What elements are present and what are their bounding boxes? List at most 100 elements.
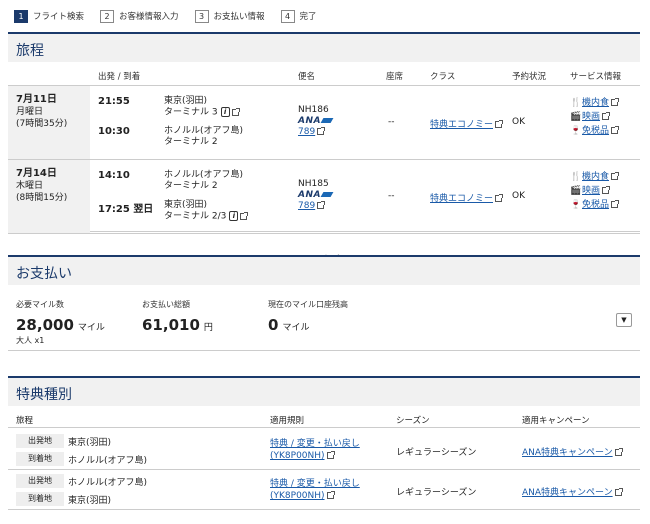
rule-link[interactable]: 特典 / 変更・払い戻し xyxy=(270,438,360,450)
departure-tag: 出発地 xyxy=(16,474,64,488)
arrival-airport: ホノルル(オアフ島) ターミナル 2 xyxy=(164,126,243,148)
mile-balance-value: 0 xyxy=(268,316,279,334)
external-link-icon xyxy=(611,172,620,180)
class-link[interactable]: 特典エコノミー xyxy=(430,120,493,130)
step-number: 2 xyxy=(100,9,115,23)
col-rule: 適用規則 xyxy=(270,416,305,426)
booking-status: OK xyxy=(512,191,525,201)
service-dutyfree-link[interactable]: 免税品 xyxy=(582,126,609,136)
departure-time: 14:10 xyxy=(98,170,130,181)
external-link-icon xyxy=(602,186,611,194)
meal-icon: 🍴 xyxy=(570,172,582,182)
campaign-link[interactable]: ANA特典キャンペーン xyxy=(522,488,613,498)
external-link-icon xyxy=(317,127,326,135)
external-link-icon xyxy=(602,112,611,120)
service-movie-link[interactable]: 映画 xyxy=(582,112,600,122)
external-link-icon xyxy=(326,491,335,499)
award-header: 旅程 適用規則 シーズン 適用キャンペーン xyxy=(8,408,640,428)
duty-free-icon: 🍷 xyxy=(570,200,582,210)
step-1: 1 フライト検索 xyxy=(14,9,84,23)
col-flight: 便名 xyxy=(298,72,316,82)
terminal: ターミナル 2/3 xyxy=(164,211,227,222)
step-number: 1 xyxy=(14,9,28,23)
progress-steps: 1 フライト検索 2 お客様情報入力 3 お支払い情報 4 完了 xyxy=(14,8,333,24)
arrival-tag: 到着地 xyxy=(16,492,64,506)
external-link-icon xyxy=(317,201,326,209)
terminal: ターミナル 2 xyxy=(164,137,218,147)
arrival-time: 17:25 翌日 xyxy=(98,204,154,215)
step-label: お客様情報入力 xyxy=(119,12,179,22)
external-link-icon xyxy=(614,488,623,496)
service-dutyfree-link[interactable]: 免税品 xyxy=(582,200,609,210)
arrival-place: 東京(羽田) xyxy=(68,496,112,506)
passenger-count: 大人 x1 xyxy=(16,336,45,345)
service-meal-link[interactable]: 機内食 xyxy=(582,172,609,182)
external-link-icon xyxy=(231,107,240,116)
award-row: 出発地 ホノルル(オアフ島) 到着地 東京(羽田) 特典 / 変更・払い戻し (… xyxy=(8,470,640,510)
external-link-icon xyxy=(614,448,623,456)
mile-balance-unit: マイル xyxy=(282,323,310,333)
step-number: 3 xyxy=(194,9,209,23)
total-payment-value: 61,010 xyxy=(142,316,200,334)
step-label: お支払い情報 xyxy=(213,12,265,22)
campaign: ANA特典キャンペーン xyxy=(522,485,623,498)
flight-duration: (8時間15分) xyxy=(16,193,68,203)
step-2: 2 お客様情報入力 xyxy=(100,9,179,23)
step-4: 4 完了 xyxy=(280,9,317,23)
col-status: 予約状況 xyxy=(512,72,547,82)
payment-title: お支払い xyxy=(8,257,640,285)
departure-time: 21:55 xyxy=(98,96,130,107)
rule-link[interactable]: 特典 / 変更・払い戻し xyxy=(270,478,360,490)
required-miles-value: 28,000 xyxy=(16,316,74,334)
itinerary-header: 出発 / 到着 便名 座席 クラス 予約状況 サービス情報 xyxy=(8,64,640,86)
ana-logo: ANA xyxy=(298,190,332,201)
expand-toggle-button[interactable]: ▼ xyxy=(616,313,632,327)
flight-row: 7月11日 月曜日 (7時間35分) 21:55 東京(羽田) ターミナル 3i… xyxy=(8,86,640,160)
aircraft-link[interactable]: 789 xyxy=(298,127,315,137)
season: レギュラーシーズン xyxy=(396,488,477,498)
campaign-link[interactable]: ANA特典キャンペーン xyxy=(522,448,613,458)
class: 特典エコノミー xyxy=(430,191,504,204)
total-payment: お支払い総額 61,010 円 xyxy=(142,299,213,334)
seat: -- xyxy=(388,191,395,201)
date-day: 7月11日 xyxy=(16,94,57,105)
info-icon[interactable]: i xyxy=(220,107,230,117)
airport-name: 東京(羽田) xyxy=(164,96,208,106)
external-link-icon xyxy=(240,211,249,220)
movie-icon: 🎬 xyxy=(570,112,582,122)
ana-logo: ANA xyxy=(298,116,332,127)
required-miles-unit: マイル xyxy=(77,323,105,333)
aircraft-link[interactable]: 789 xyxy=(298,201,315,211)
col-seat: 座席 xyxy=(386,72,404,82)
service-meal-link[interactable]: 機内食 xyxy=(582,98,609,108)
col-campaign: 適用キャンペーン xyxy=(522,416,590,426)
rule-code-link[interactable]: (YK8P00NH) xyxy=(270,451,325,461)
itinerary-title: 旅程 xyxy=(8,34,640,62)
seat: -- xyxy=(388,117,395,127)
external-link-icon xyxy=(326,451,335,459)
class: 特典エコノミー xyxy=(430,117,504,130)
arrival-tag: 到着地 xyxy=(16,452,64,466)
date-weekday: 木曜日 xyxy=(16,181,44,191)
external-link-icon xyxy=(611,126,620,134)
col-itinerary: 旅程 xyxy=(16,416,34,426)
arrival-airport: 東京(羽田) ターミナル 2/3 i xyxy=(164,200,249,223)
airport-name: ホノルル(オアフ島) xyxy=(164,126,244,136)
flight-row: 7月14日 木曜日 (8時間15分) 14:10 ホノルル(オアフ島) ターミナ… xyxy=(8,160,640,234)
airport-name: 東京(羽田) xyxy=(164,200,208,210)
total-payment-label: お支払い総額 xyxy=(142,300,190,309)
booking-status: OK xyxy=(512,117,525,127)
col-service: サービス情報 xyxy=(570,72,622,82)
class-link[interactable]: 特典エコノミー xyxy=(430,194,493,204)
service-movie-link[interactable]: 映画 xyxy=(582,186,600,196)
external-link-icon xyxy=(611,200,620,208)
rule-code-link[interactable]: (YK8P00NH) xyxy=(270,491,325,501)
flight-duration: (7時間35分) xyxy=(16,119,68,129)
arrival-place: ホノルル(オアフ島) xyxy=(68,456,148,466)
date-weekday: 月曜日 xyxy=(16,107,44,117)
flight-number: NH186 xyxy=(298,105,329,115)
info-icon[interactable]: i xyxy=(229,211,239,221)
departure-airport: ホノルル(オアフ島) ターミナル 2 xyxy=(164,170,243,192)
terminal: ターミナル 3 xyxy=(164,107,218,118)
flight-number: NH185 xyxy=(298,179,329,189)
